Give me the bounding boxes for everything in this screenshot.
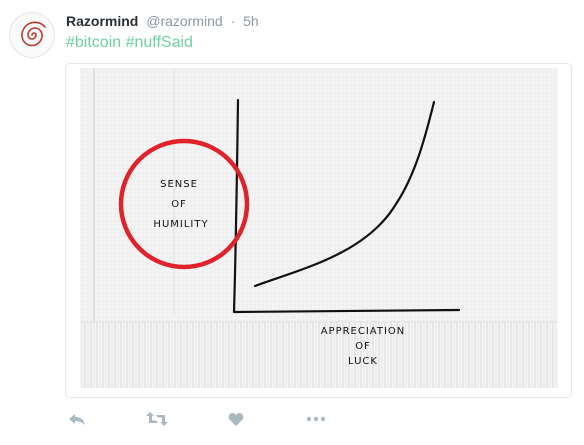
avatar[interactable] [9, 12, 55, 58]
like-button[interactable] [225, 408, 247, 430]
hashtag-nuffsaid[interactable]: #nuffSaid [126, 34, 193, 51]
retweet-button[interactable] [146, 408, 168, 430]
label-of: OF [171, 199, 187, 210]
author-name[interactable]: Razormind [66, 13, 138, 29]
label-sense: SENSE [160, 179, 198, 190]
more-button[interactable] [305, 408, 327, 430]
tweet-media[interactable]: SENSE OF HUMILITY APPRECIATION OF LUCK [65, 63, 572, 398]
label-of-2: OF [355, 341, 371, 352]
like-icon [228, 412, 244, 426]
reply-icon [69, 414, 85, 425]
avatar-spiral-logo [21, 21, 46, 47]
more-icon [306, 416, 326, 422]
label-luck: LUCK [348, 356, 378, 367]
separator: · [230, 13, 236, 29]
author-handle[interactable]: @razormind [146, 13, 222, 29]
label-appreciation: APPRECIATION [321, 326, 406, 337]
timestamp[interactable]: 5h [243, 13, 259, 29]
napkin-drawing: SENSE OF HUMILITY APPRECIATION OF LUCK [80, 68, 558, 388]
retweet-icon [146, 412, 168, 426]
tweet[interactable]: Razormind @razormind · 5h #bitcoin #nuff… [0, 0, 584, 445]
label-humility: HUMILITY [153, 219, 208, 230]
tweet-text: #bitcoin #nuffSaid [66, 33, 193, 53]
hashtag-bitcoin[interactable]: #bitcoin [66, 34, 121, 51]
reply-button[interactable] [66, 408, 88, 430]
tweet-header: Razormind @razormind · 5h [66, 12, 259, 30]
napkin-border [80, 322, 558, 388]
